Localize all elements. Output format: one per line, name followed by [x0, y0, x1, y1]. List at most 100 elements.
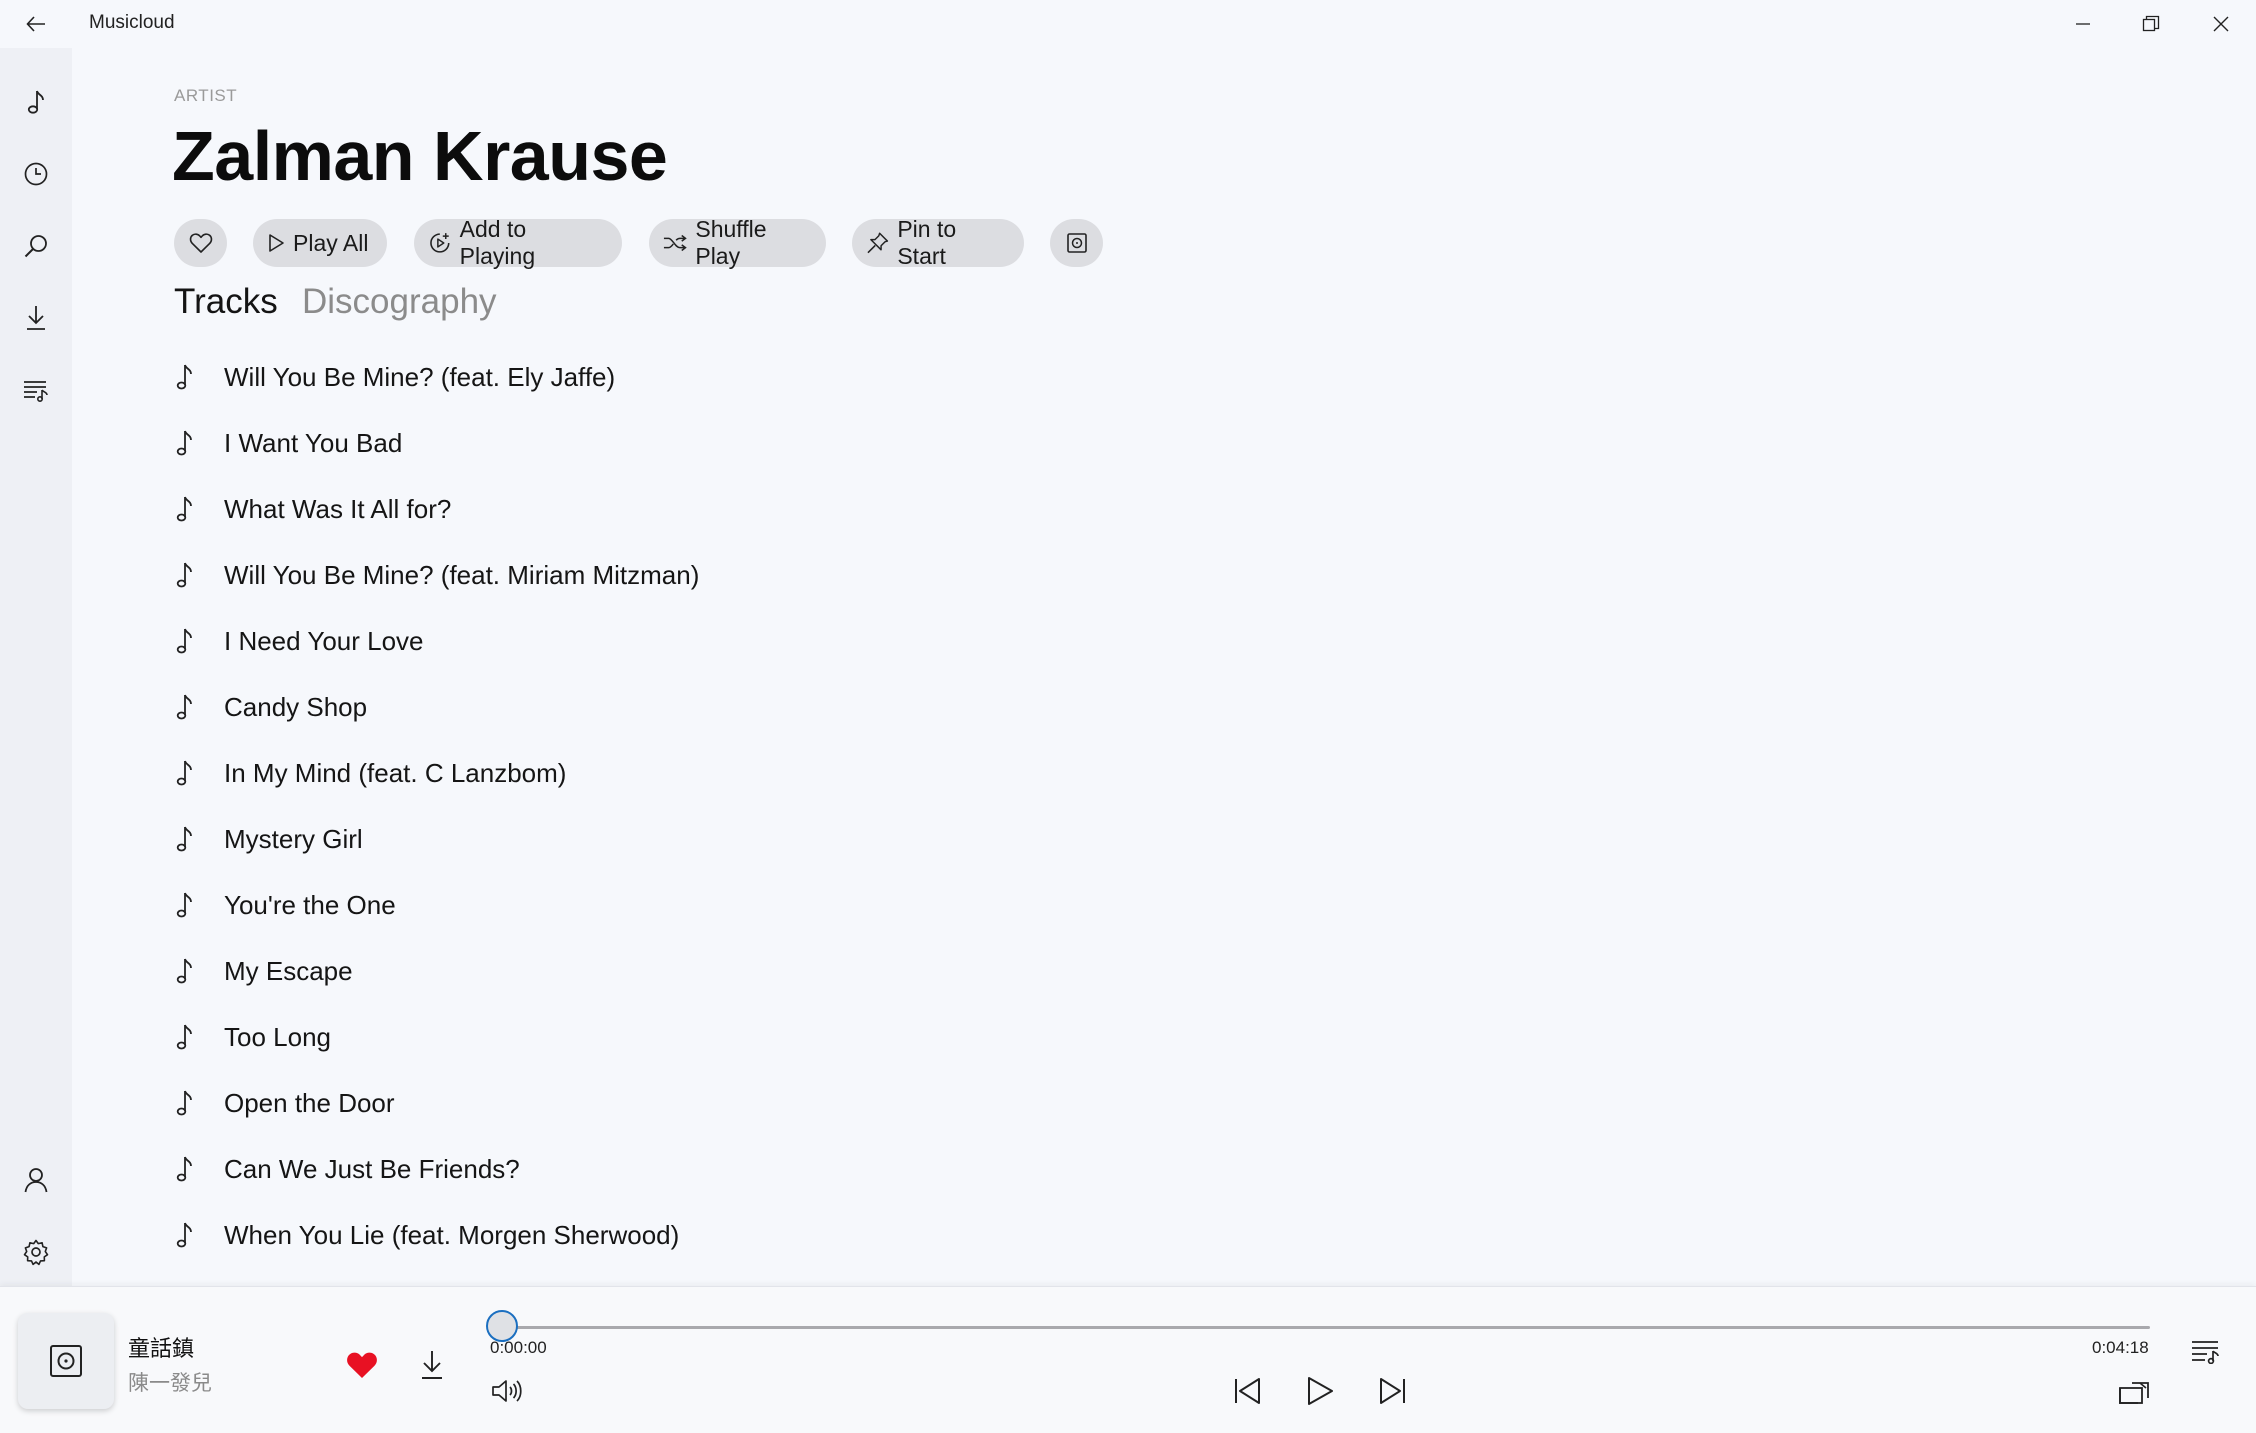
play-all-label: Play All — [293, 229, 369, 256]
music-note-icon — [27, 90, 44, 114]
shuffle-icon — [663, 234, 687, 252]
next-icon — [1380, 1378, 1405, 1404]
track-title: Can We Just Be Friends? — [224, 1153, 520, 1184]
tab-tracks[interactable]: Tracks — [174, 282, 278, 322]
close-button[interactable] — [2186, 0, 2256, 48]
track-row[interactable]: In My Mind (feat. C Lanzbom) — [174, 740, 1774, 806]
playlist-icon — [24, 381, 48, 402]
play-button[interactable] — [1296, 1369, 1344, 1413]
track-row[interactable]: My Escape — [174, 938, 1774, 1004]
artist-page: ARTIST Zalman Krause Play All Add to Pla… — [72, 48, 2256, 1286]
track-title: Mystery Girl — [224, 823, 363, 854]
track-row[interactable]: When You Lie (feat. Morgen Sherwood) — [174, 1202, 1774, 1268]
gear-icon — [23, 1239, 49, 1266]
play-all-button[interactable]: Play All — [253, 219, 387, 267]
restore-button[interactable] — [2116, 0, 2186, 48]
music-note-icon — [174, 956, 224, 986]
track-row[interactable]: Too Long — [174, 1004, 1774, 1070]
page-title: Zalman Krause — [172, 117, 668, 195]
like-button[interactable] — [342, 1345, 382, 1385]
seek-bar[interactable] — [486, 1310, 2150, 1342]
music-note-icon — [174, 626, 224, 656]
add-to-playing-button[interactable]: Add to Playing — [414, 216, 622, 269]
track-row[interactable]: Open the Door — [174, 1070, 1774, 1136]
track-row[interactable]: Mystery Girl — [174, 806, 1774, 872]
now-playing-title[interactable]: 童話鎮 — [128, 1331, 194, 1363]
track-title: What Was It All for? — [224, 493, 452, 524]
person-icon — [24, 1168, 48, 1193]
sidebar-item-recent[interactable] — [0, 144, 72, 204]
current-time: 0:00:00 — [490, 1338, 547, 1357]
page-eyebrow: ARTIST — [174, 86, 238, 105]
track-title: My Escape — [224, 955, 353, 986]
download-icon — [422, 1351, 442, 1379]
next-button[interactable] — [1368, 1369, 1416, 1413]
add-to-playing-label: Add to Playing — [459, 216, 536, 269]
sidebar-item-now-playing[interactable] — [0, 72, 72, 132]
track-row[interactable]: Ca... Paradi... — [174, 1268, 1774, 1287]
music-note-icon — [174, 1220, 224, 1250]
back-arrow-icon — [26, 16, 45, 32]
music-note-icon — [174, 428, 224, 458]
previous-icon — [1235, 1378, 1260, 1404]
cast-icon — [2119, 1382, 2149, 1404]
close-icon — [2213, 16, 2229, 32]
play-icon — [1308, 1377, 1333, 1405]
previous-button[interactable] — [1224, 1369, 1272, 1413]
now-playing-artist[interactable]: 陳一發兒 — [128, 1367, 212, 1397]
pin-to-start-button[interactable]: Pin to Start — [852, 216, 1024, 269]
shuffle-play-label: Shuffle Play — [695, 216, 767, 269]
sidebar-item-downloads[interactable] — [0, 288, 72, 348]
sidebar-item-playlists[interactable] — [0, 360, 72, 420]
total-time: 0:04:18 — [2092, 1338, 2149, 1357]
back-button[interactable] — [12, 0, 60, 48]
music-note-icon — [174, 1088, 224, 1118]
sidebar-item-settings[interactable] — [0, 1222, 72, 1282]
favorite-button[interactable] — [174, 219, 227, 267]
music-note-icon — [174, 1154, 224, 1184]
view-album-art-button[interactable] — [1050, 219, 1103, 267]
restore-icon — [2142, 15, 2160, 32]
track-row[interactable]: Will You Be Mine? (feat. Miriam Mitzman) — [174, 542, 1774, 608]
now-playing-queue-button[interactable] — [2184, 1331, 2228, 1371]
playlist-icon — [2192, 1341, 2219, 1364]
track-row[interactable]: Will You Be Mine? (feat. Ely Jaffe) — [174, 344, 1774, 410]
minimize-button[interactable] — [2048, 0, 2118, 48]
shuffle-play-button[interactable]: Shuffle Play — [649, 216, 826, 269]
download-icon — [27, 306, 45, 330]
music-note-icon — [174, 758, 224, 788]
pin-to-start-label: Pin to Start — [897, 216, 957, 269]
volume-icon — [492, 1380, 522, 1402]
track-row[interactable]: You're the One — [174, 872, 1774, 938]
download-button[interactable] — [412, 1345, 452, 1385]
track-title: Will You Be Mine? (feat. Miriam Mitzman) — [224, 559, 700, 590]
track-title: Candy Shop — [224, 691, 368, 722]
now-playing-artwork[interactable] — [18, 1313, 114, 1409]
track-row[interactable]: Can We Just Be Friends? — [174, 1136, 1774, 1202]
track-title: You're the One — [224, 889, 396, 920]
music-note-icon — [174, 1022, 224, 1052]
play-icon — [269, 234, 284, 252]
heart-outline-icon — [189, 233, 212, 253]
track-row[interactable]: What Was It All for? — [174, 476, 1774, 542]
track-title: In My Mind (feat. C Lanzbom) — [224, 757, 567, 788]
music-note-icon — [174, 824, 224, 854]
cast-button[interactable] — [2112, 1373, 2156, 1413]
track-title: When You Lie (feat. Morgen Sherwood) — [224, 1219, 680, 1250]
tab-discography[interactable]: Discography — [302, 282, 497, 322]
search-icon — [24, 235, 47, 258]
title-bar: Musicloud — [0, 0, 2256, 48]
track-row[interactable]: Candy Shop — [174, 674, 1774, 740]
album-art-icon — [1066, 233, 1087, 253]
track-title: Will You Be Mine? (feat. Ely Jaffe) — [224, 361, 616, 392]
sidebar — [0, 48, 72, 1286]
album-art-icon — [50, 1345, 82, 1377]
clock-icon — [24, 162, 48, 186]
sidebar-item-account[interactable] — [0, 1150, 72, 1210]
track-title: I Need Your Love — [224, 625, 424, 656]
track-row[interactable]: I Need Your Love — [174, 608, 1774, 674]
track-row[interactable]: I Want You Bad — [174, 410, 1774, 476]
volume-button[interactable] — [488, 1371, 528, 1411]
minimize-icon — [2076, 23, 2090, 25]
sidebar-item-search[interactable] — [0, 216, 72, 276]
